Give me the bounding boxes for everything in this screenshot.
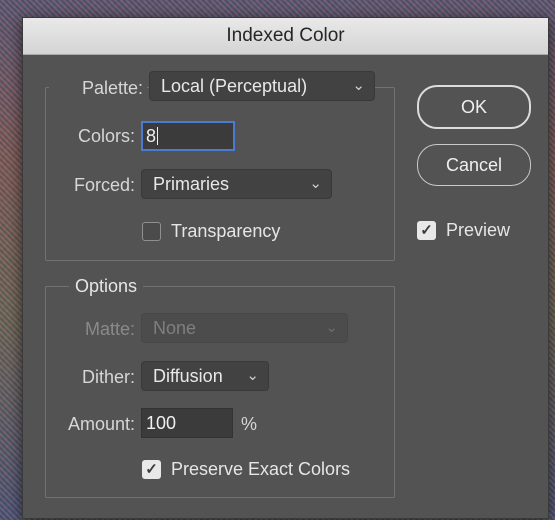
palette-select[interactable]: Local (Perceptual) ⌄ xyxy=(149,71,375,101)
dither-select-value: Diffusion xyxy=(153,366,223,386)
preview-checkbox[interactable]: ✓ Preview xyxy=(417,219,510,241)
matte-select-value: None xyxy=(153,318,197,338)
forced-select[interactable]: Primaries ⌄ xyxy=(141,169,332,199)
transparency-checkbox[interactable]: Transparency xyxy=(142,220,280,242)
colors-label: Colors: xyxy=(77,126,135,146)
amount-unit: % xyxy=(241,414,258,434)
matte-label: Matte: xyxy=(84,319,135,339)
checkbox-unchecked-icon[interactable] xyxy=(142,221,161,241)
chevron-down-icon: ⌄ xyxy=(325,319,338,336)
preview-label: Preview xyxy=(446,219,511,240)
chevron-down-icon: ⌄ xyxy=(352,77,365,94)
preserve-exact-colors-label: Preserve Exact Colors xyxy=(171,458,351,479)
amount-input-value: 100 xyxy=(146,413,177,433)
checkmark-icon[interactable]: ✓ xyxy=(417,220,436,240)
text-caret xyxy=(157,127,159,145)
matte-select[interactable]: None ⌄ xyxy=(141,313,348,343)
cancel-button[interactable]: Cancel xyxy=(417,144,531,186)
chevron-down-icon: ⌄ xyxy=(246,367,259,384)
palette-label: Palette: xyxy=(49,73,147,103)
ok-button-label: OK xyxy=(460,96,487,117)
colors-input-value: 8 xyxy=(146,126,157,146)
preserve-exact-colors-checkbox[interactable]: ✓ Preserve Exact Colors xyxy=(142,458,350,480)
chevron-down-icon: ⌄ xyxy=(309,175,322,192)
indexed-color-dialog: Indexed Color Palette: Local (Perceptual… xyxy=(22,17,549,519)
dither-label: Dither: xyxy=(81,367,135,387)
options-legend: Options xyxy=(69,276,144,297)
forced-select-value: Primaries xyxy=(153,174,230,194)
dialog-titlebar[interactable]: Indexed Color xyxy=(23,18,548,55)
dither-select[interactable]: Diffusion ⌄ xyxy=(141,361,269,391)
cancel-button-label: Cancel xyxy=(445,154,503,175)
dialog-title: Indexed Color xyxy=(226,25,345,46)
checkmark-icon[interactable]: ✓ xyxy=(142,459,161,479)
forced-label: Forced: xyxy=(73,175,135,195)
palette-select-value: Local (Perceptual) xyxy=(161,76,308,96)
ok-button[interactable]: OK xyxy=(417,85,531,129)
transparency-label: Transparency xyxy=(171,220,281,241)
amount-label: Amount: xyxy=(67,414,135,434)
colors-input[interactable]: 8 xyxy=(141,121,235,151)
amount-input[interactable]: 100 xyxy=(141,408,233,438)
